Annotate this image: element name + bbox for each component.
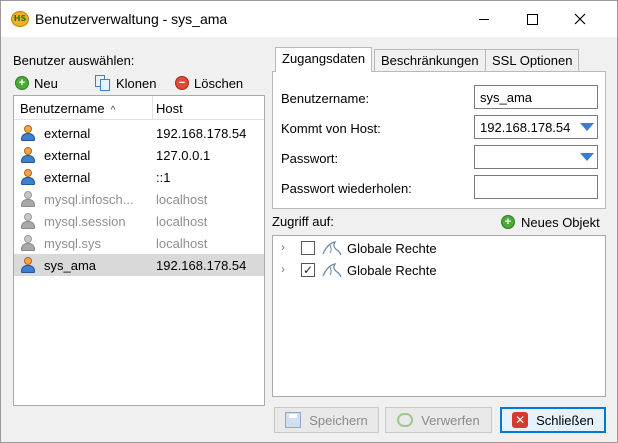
save-button[interactable]: Speichern	[274, 407, 379, 433]
user-host: 192.168.178.54	[156, 258, 247, 273]
user-host: ::1	[156, 170, 171, 185]
user-host: localhost	[156, 192, 208, 207]
user-host: localhost	[156, 236, 208, 251]
user-host: 127.0.0.1	[156, 148, 211, 163]
host-value: 192.168.178.54	[480, 120, 571, 135]
clone-user-label: Klonen	[116, 75, 157, 91]
user-icon	[20, 235, 36, 251]
tab-credentials[interactable]: Zugangsdaten	[275, 47, 373, 72]
save-label: Speichern	[309, 412, 368, 428]
user-manager-window: HS Benutzerverwaltung - sys_ama Benutzer…	[0, 0, 618, 443]
user-host: localhost	[156, 214, 208, 229]
user-host: 192.168.178.54	[156, 126, 247, 141]
tree-item[interactable]: › ✓ Globale Rechte	[273, 259, 605, 281]
users-list[interactable]: Benutzername ^ Host external 192.168.178.…	[13, 95, 265, 406]
password-generator-arrow-icon[interactable]	[580, 153, 594, 161]
discard-label: Verwerfen	[421, 412, 480, 428]
user-icon	[20, 213, 36, 229]
privilege-checkbox-checked[interactable]: ✓	[301, 263, 315, 277]
discard-button[interactable]: Verwerfen	[385, 407, 492, 433]
minimize-icon	[479, 18, 489, 20]
user-icon	[20, 125, 36, 141]
user-row[interactable]: external ::1	[14, 166, 264, 188]
user-name: external	[44, 126, 91, 141]
user-name: mysql.infosch...	[44, 192, 134, 207]
clone-icon	[95, 75, 111, 91]
username-input[interactable]: sys_ama	[474, 85, 598, 109]
add-icon: +	[501, 215, 515, 229]
tab-limitations[interactable]: Beschränkungen	[374, 49, 486, 71]
user-icon	[20, 169, 36, 185]
tree-item-label: Globale Rechte	[347, 263, 437, 278]
dropdown-arrow-icon[interactable]	[580, 123, 594, 131]
user-icon	[20, 257, 36, 273]
user-name: external	[44, 170, 91, 185]
expand-chevron-icon[interactable]: ›	[281, 262, 285, 276]
access-tree[interactable]: › Globale Rechte › ✓ Globale Rechte	[272, 235, 606, 397]
password-input[interactable]	[474, 145, 598, 169]
column-divider[interactable]	[152, 96, 153, 120]
password-label: Passwort:	[281, 151, 339, 166]
window-title: Benutzerverwaltung - sys_ama	[35, 11, 228, 27]
list-header: Benutzername ^ Host	[14, 96, 264, 120]
new-object-button[interactable]: + Neues Objekt	[501, 212, 600, 232]
username-label: Benutzername:	[281, 91, 370, 106]
password-repeat-input[interactable]	[474, 175, 598, 199]
delete-user-button[interactable]: − Löschen	[175, 73, 243, 93]
column-header-host[interactable]: Host	[156, 101, 183, 116]
user-icon	[20, 147, 36, 163]
close-x-icon: ✕	[512, 412, 529, 428]
window-close-button[interactable]	[557, 1, 603, 37]
close-label: Schließen	[536, 412, 594, 428]
privilege-checkbox[interactable]	[301, 241, 315, 255]
close-button[interactable]: ✕ Schließen	[500, 407, 606, 433]
host-label: Kommt von Host:	[281, 121, 381, 136]
close-icon	[574, 13, 586, 25]
user-icon	[20, 191, 36, 207]
user-row-selected[interactable]: sys_ama 192.168.178.54	[14, 254, 264, 276]
user-row[interactable]: external 127.0.0.1	[14, 144, 264, 166]
minimize-button[interactable]	[461, 1, 507, 37]
tab-ssl-options[interactable]: SSL Optionen	[485, 49, 580, 71]
discard-icon	[397, 413, 414, 427]
host-dropdown[interactable]: 192.168.178.54	[474, 115, 598, 139]
user-name: sys_ama	[44, 258, 97, 273]
expand-chevron-icon[interactable]: ›	[281, 240, 285, 254]
user-row[interactable]: external 192.168.178.54	[14, 122, 264, 144]
mysql-dolphin-icon	[322, 263, 342, 278]
user-row[interactable]: mysql.infosch... localhost	[14, 188, 264, 210]
access-label: Zugriff auf:	[272, 214, 334, 229]
save-icon	[285, 412, 302, 428]
column-header-username[interactable]: Benutzername ^	[20, 101, 115, 116]
new-user-button[interactable]: + Neu	[15, 73, 58, 93]
sort-ascending-icon: ^	[110, 105, 116, 116]
user-row[interactable]: mysql.sys localhost	[14, 232, 264, 254]
new-user-label: Neu	[34, 75, 58, 91]
tree-item[interactable]: › Globale Rechte	[273, 237, 605, 259]
delete-user-label: Löschen	[194, 75, 244, 91]
clone-user-button[interactable]: Klonen	[95, 73, 156, 93]
select-user-label: Benutzer auswählen:	[13, 53, 135, 68]
mysql-dolphin-icon	[322, 241, 342, 256]
user-name: mysql.sys	[44, 236, 102, 251]
password-repeat-label: Passwort wiederholen:	[281, 181, 412, 196]
user-row[interactable]: mysql.session localhost	[14, 210, 264, 232]
user-name: mysql.session	[44, 214, 126, 229]
title-bar: HS Benutzerverwaltung - sys_ama	[1, 1, 617, 37]
user-name: external	[44, 148, 91, 163]
delete-icon: −	[175, 76, 189, 90]
maximize-button[interactable]	[509, 1, 555, 37]
add-icon: +	[15, 76, 29, 90]
maximize-icon	[526, 13, 538, 25]
tree-item-label: Globale Rechte	[347, 241, 437, 256]
credentials-panel: Benutzername: sys_ama Kommt von Host: 19…	[272, 71, 606, 209]
heidisql-app-icon: HS	[11, 11, 29, 27]
new-object-label: Neues Objekt	[521, 214, 600, 230]
